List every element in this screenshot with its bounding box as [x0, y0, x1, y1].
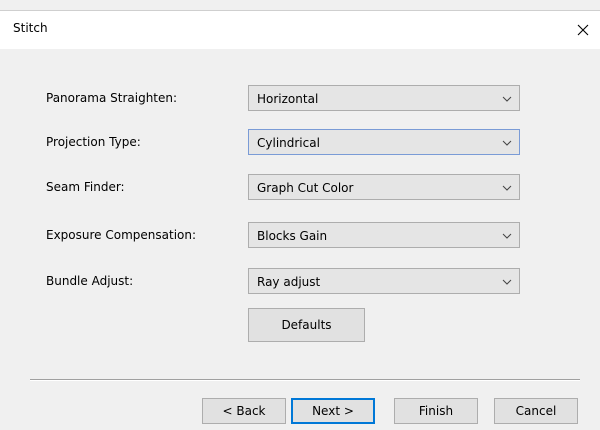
exposure-compensation-value: Blocks Gain [257, 229, 328, 243]
exposure-compensation-select[interactable]: Blocks Gain [248, 222, 520, 248]
chevron-down-icon [502, 279, 512, 285]
footer-separator [30, 379, 580, 381]
chevron-down-icon [502, 185, 512, 191]
seam-finder-select[interactable]: Graph Cut Color [248, 174, 520, 200]
chevron-down-icon [502, 233, 512, 239]
cancel-button[interactable]: Cancel [494, 398, 578, 424]
seam-finder-value: Graph Cut Color [257, 181, 354, 195]
close-button[interactable] [566, 11, 600, 49]
bundle-adjust-row: Bundle Adjust: Ray adjust [0, 268, 600, 294]
projection-type-label: Projection Type: [46, 135, 141, 149]
projection-type-select[interactable]: Cylindrical [248, 129, 520, 155]
stitch-dialog: Stitch Panorama Straighten: Horizontal P… [0, 0, 600, 430]
finish-button[interactable]: Finish [394, 398, 478, 424]
close-icon [577, 24, 589, 36]
bundle-adjust-label: Bundle Adjust: [46, 274, 134, 288]
panorama-straighten-row: Panorama Straighten: Horizontal [0, 85, 600, 111]
bundle-adjust-value: Ray adjust [257, 275, 321, 289]
chevron-down-icon [502, 140, 512, 146]
projection-type-row: Projection Type: Cylindrical [0, 129, 600, 155]
next-button[interactable]: Next > [291, 398, 375, 424]
seam-finder-row: Seam Finder: Graph Cut Color [0, 174, 600, 200]
panorama-straighten-label: Panorama Straighten: [46, 91, 178, 105]
projection-type-value: Cylindrical [257, 136, 320, 150]
bundle-adjust-select[interactable]: Ray adjust [248, 268, 520, 294]
back-button[interactable]: < Back [202, 398, 286, 424]
chevron-down-icon [502, 96, 512, 102]
title-bar: Stitch [0, 10, 600, 49]
window-title: Stitch [13, 21, 48, 35]
exposure-compensation-label: Exposure Compensation: [46, 228, 197, 242]
seam-finder-label: Seam Finder: [46, 180, 125, 194]
panorama-straighten-value: Horizontal [257, 92, 319, 106]
defaults-button[interactable]: Defaults [248, 308, 365, 342]
exposure-compensation-row: Exposure Compensation: Blocks Gain [0, 222, 600, 248]
panorama-straighten-select[interactable]: Horizontal [248, 85, 520, 111]
